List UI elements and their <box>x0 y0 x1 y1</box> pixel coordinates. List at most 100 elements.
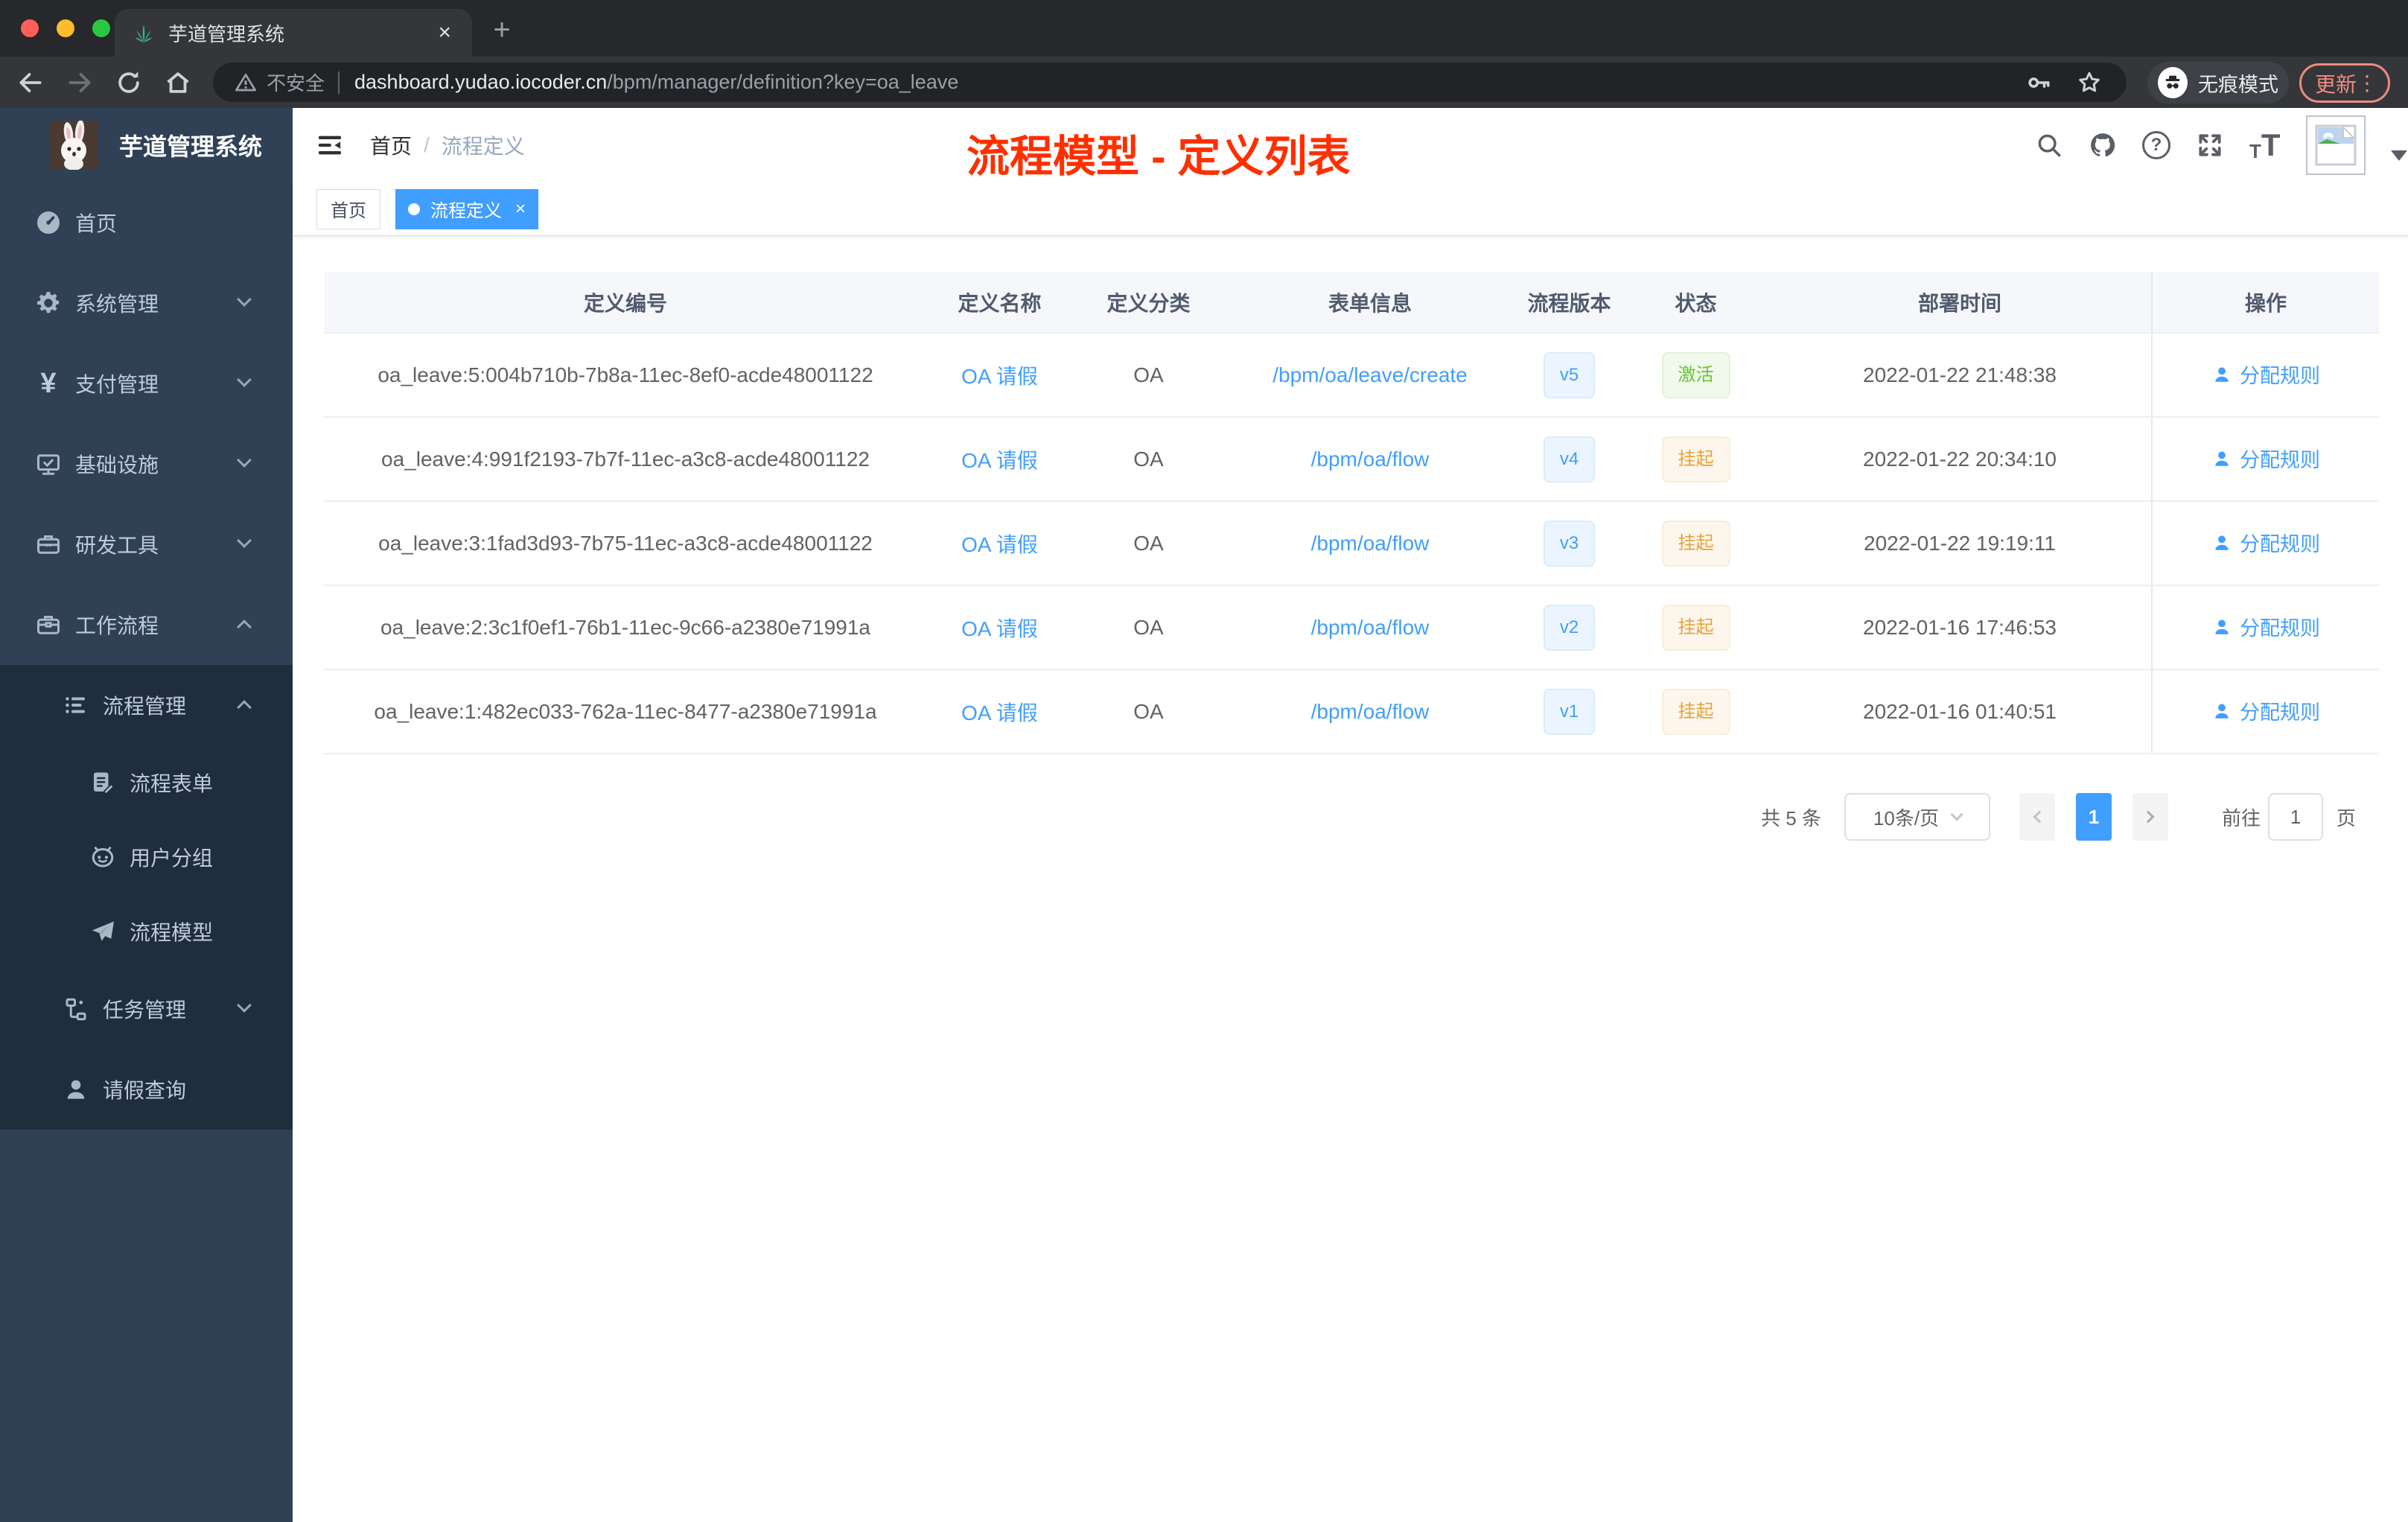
url-host: dashboard.yudao.iocoder.cn <box>354 71 608 93</box>
reload-icon[interactable] <box>115 69 143 97</box>
new-tab-button[interactable]: + <box>485 15 518 45</box>
deploy-time: 2022-01-16 17:46:53 <box>1768 585 2152 670</box>
version-badge: v5 <box>1543 351 1596 398</box>
browser-menu-icon[interactable]: ⋮ <box>2357 72 2377 94</box>
sidebar-item-workflow[interactable]: 工作流程 <box>0 585 293 665</box>
definition-category: OA <box>1072 417 1225 502</box>
definition-id: oa_leave:3:1fad3d93-7b75-11ec-a3c8-acde4… <box>324 501 927 586</box>
back-icon[interactable] <box>16 69 45 97</box>
sidebar-item-process-form[interactable]: 流程表单 <box>0 745 293 820</box>
browser-tab[interactable]: 芋道管理系统 × <box>115 9 472 57</box>
sidebar-item-label: 首页 <box>75 212 118 235</box>
col-header-name: 定义名称 <box>927 272 1072 334</box>
tag-close-icon[interactable]: × <box>515 199 526 220</box>
help-icon[interactable]: ? <box>2142 131 2170 159</box>
page-number-1[interactable]: 1 <box>2076 793 2112 841</box>
sidebar: 芋道管理系统 首页 系统管理 ¥ 支付管理 基础设施 研发工具 工作流程 流程管… <box>0 108 293 1522</box>
prev-page-button[interactable] <box>2019 793 2055 841</box>
sidebar-item-process-mgmt[interactable]: 流程管理 <box>0 665 293 745</box>
close-window-button[interactable] <box>21 19 39 37</box>
url-bar[interactable]: 不安全 dashboard.yudao.iocoder.cn/bpm/manag… <box>213 63 2127 102</box>
form-link[interactable]: /bpm/oa/flow <box>1311 700 1430 723</box>
col-header-deploy-time: 部署时间 <box>1768 272 2152 334</box>
sidebar-item-home[interactable]: 首页 <box>0 182 293 263</box>
goto-page-input[interactable] <box>2268 793 2323 841</box>
monitor-icon <box>34 449 63 479</box>
table-row: oa_leave:3:1fad3d93-7b75-11ec-a3c8-acde4… <box>324 501 2379 586</box>
sidebar-item-process-model[interactable]: 流程模型 <box>0 894 293 969</box>
definition-name-link[interactable]: OA 请假 <box>961 449 1038 472</box>
pagination-total: 共 5 条 <box>1761 807 1821 830</box>
password-key-icon[interactable] <box>2025 69 2052 96</box>
robot-face-icon <box>88 842 118 872</box>
tag-home[interactable]: 首页 <box>316 188 380 229</box>
update-label[interactable]: 更新 <box>2315 69 2357 98</box>
assign-rule-button[interactable]: 分配规则 <box>2211 528 2320 557</box>
avatar-dropdown-caret-icon[interactable] <box>2390 150 2407 161</box>
sidebar-item-leave-query[interactable]: 请假查询 <box>0 1049 293 1130</box>
toolbox-icon <box>34 529 63 559</box>
page-size-select[interactable]: 10条/页 <box>1844 793 1990 841</box>
sidebar-item-task-mgmt[interactable]: 任务管理 <box>0 969 293 1049</box>
user-icon <box>2215 620 2229 634</box>
update-button[interactable]: 更新 ⋮ <box>2299 63 2390 103</box>
dashboard-icon <box>34 208 63 238</box>
sidebar-logo-bar[interactable]: 芋道管理系统 <box>0 108 293 182</box>
chevron-up-icon <box>237 620 252 634</box>
app-logo-avatar <box>49 121 98 170</box>
sidebar-item-infra[interactable]: 基础设施 <box>0 424 293 504</box>
fullscreen-icon[interactable] <box>2196 131 2224 159</box>
incognito-icon <box>2158 67 2188 98</box>
definition-name-link[interactable]: OA 请假 <box>961 701 1038 725</box>
tab-close-icon[interactable]: × <box>435 19 454 47</box>
definition-name-link[interactable]: OA 请假 <box>961 365 1038 388</box>
col-header-status: 状态 <box>1623 272 1768 334</box>
definition-name-link[interactable]: OA 请假 <box>961 533 1038 556</box>
form-edit-icon <box>88 768 118 797</box>
tag-process-definition[interactable]: 流程定义 × <box>395 188 539 229</box>
sidebar-item-payment[interactable]: ¥ 支付管理 <box>0 343 293 424</box>
chevron-up-icon <box>237 700 252 715</box>
form-link[interactable]: /bpm/oa/flow <box>1311 448 1430 471</box>
table-row: oa_leave:4:991f2193-7b7f-11ec-a3c8-acde4… <box>324 417 2379 502</box>
sidebar-item-label: 任务管理 <box>103 999 187 1022</box>
home-icon[interactable] <box>164 69 192 97</box>
sidebar-collapse-icon[interactable] <box>315 130 345 160</box>
browser-toolbar: 不安全 dashboard.yudao.iocoder.cn/bpm/manag… <box>0 57 2408 108</box>
app-navbar: 首页 / 流程定义 流程模型 - 定义列表 ? TT <box>293 108 2408 182</box>
github-icon[interactable] <box>2089 131 2117 159</box>
sidebar-item-label: 用户分组 <box>130 847 214 870</box>
assign-rule-button[interactable]: 分配规则 <box>2211 696 2320 725</box>
bookmark-star-icon[interactable] <box>2076 69 2103 96</box>
list-icon <box>61 690 91 720</box>
deploy-time: 2022-01-22 19:19:11 <box>1768 501 2152 586</box>
search-icon[interactable] <box>2035 131 2063 159</box>
table-header-row: 定义编号 定义名称 定义分类 表单信息 流程版本 状态 部署时间 操作 <box>324 272 2379 334</box>
assign-rule-button[interactable]: 分配规则 <box>2211 612 2320 641</box>
sidebar-item-system[interactable]: 系统管理 <box>0 263 293 343</box>
maximize-window-button[interactable] <box>92 19 110 37</box>
active-tag-dot <box>408 203 420 215</box>
avatar[interactable] <box>2305 115 2366 175</box>
col-header-form: 表单信息 <box>1225 272 1515 334</box>
forward-icon[interactable] <box>66 69 94 97</box>
assign-rule-button[interactable]: 分配规则 <box>2211 360 2320 389</box>
breadcrumb-separator: / <box>424 133 430 156</box>
assign-rule-button[interactable]: 分配规则 <box>2211 444 2320 473</box>
minimize-window-button[interactable] <box>57 19 74 37</box>
security-label[interactable]: 不安全 <box>267 69 325 96</box>
breadcrumb-current: 流程定义 <box>441 135 525 158</box>
sidebar-item-label: 请假查询 <box>103 1079 187 1102</box>
form-link[interactable]: /bpm/oa/flow <box>1311 532 1430 555</box>
form-link[interactable]: /bpm/oa/leave/create <box>1273 363 1468 386</box>
definition-id: oa_leave:4:991f2193-7b7f-11ec-a3c8-acde4… <box>324 417 927 502</box>
breadcrumb-home[interactable]: 首页 <box>370 130 412 160</box>
form-link[interactable]: /bpm/oa/flow <box>1311 616 1430 639</box>
sidebar-item-user-group[interactable]: 用户分组 <box>0 820 293 894</box>
next-page-button[interactable] <box>2133 793 2168 841</box>
definition-name-link[interactable]: OA 请假 <box>961 617 1038 640</box>
sidebar-item-devtools[interactable]: 研发工具 <box>0 504 293 585</box>
version-badge: v3 <box>1543 520 1596 567</box>
font-size-icon[interactable]: TT <box>2249 130 2281 162</box>
pagination: 共 5 条 10条/页 1 前往 页 <box>324 793 2379 841</box>
